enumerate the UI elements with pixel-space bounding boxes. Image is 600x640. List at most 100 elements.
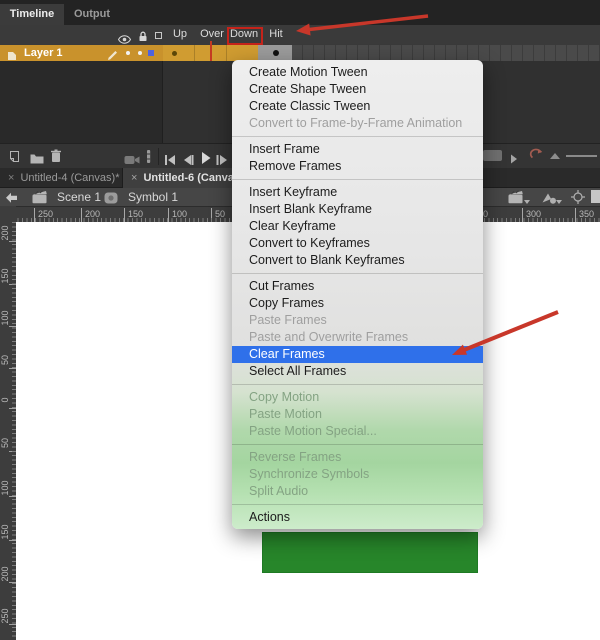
menu-item-split-audio: Split Audio (232, 483, 483, 500)
delete-layer-trash-icon[interactable] (50, 149, 62, 168)
menu-item-paste-frames: Paste Frames (232, 312, 483, 329)
menu-separator (232, 136, 483, 137)
menu-item-cut-frames[interactable]: Cut Frames (232, 278, 483, 295)
timeline-playhead[interactable] (210, 41, 212, 61)
doc-tab-label: Untitled-6 (Canva (143, 172, 233, 184)
new-folder-icon[interactable] (30, 151, 44, 169)
menu-item-convert-to-keyframes[interactable]: Convert to Keyframes (232, 235, 483, 252)
menu-separator (232, 179, 483, 180)
close-icon[interactable]: × (8, 172, 14, 184)
loop-playback-icon[interactable] (529, 148, 544, 167)
hit-keyframe-dot (273, 50, 279, 56)
zoom-percent-field[interactable] (591, 190, 600, 203)
v-ruler-tick (9, 540, 16, 541)
h-ruler-label: 200 (81, 208, 100, 222)
menu-item-convert-to-frame-by-frame-animation: Convert to Frame-by-Frame Animation (232, 115, 483, 132)
layer-row-header[interactable]: Layer 1 (0, 45, 163, 61)
stage-green-rectangle[interactable] (262, 532, 478, 573)
menu-item-insert-frame[interactable]: Insert Frame (232, 141, 483, 158)
menu-item-copy-motion: Copy Motion (232, 389, 483, 406)
timeline-layer-row: Layer 1 (0, 45, 600, 61)
flash-application-window: Timeline Output UpOverDownHit Layer 1 (0, 0, 600, 640)
v-ruler-label: 50 (0, 345, 12, 375)
tab-timeline[interactable]: Timeline (0, 4, 64, 25)
v-ruler-label: 100 (0, 473, 12, 503)
doc-tab-untitled-4[interactable]: × Untitled-4 (Canvas)* (0, 168, 123, 188)
h-ruler-label: 150 (124, 208, 143, 222)
menu-item-create-shape-tween[interactable]: Create Shape Tween (232, 81, 483, 98)
menu-separator (232, 273, 483, 274)
toolbar-divider (158, 148, 159, 165)
menu-item-copy-frames[interactable]: Copy Frames (232, 295, 483, 312)
vertical-ruler: 20015010050050100150200250 (0, 222, 16, 640)
menu-item-actions[interactable]: Actions (232, 509, 483, 526)
keyframe-dot[interactable] (172, 51, 177, 56)
chevron-down-icon (556, 200, 562, 204)
menu-item-paste-and-overwrite-frames: Paste and Overwrite Frames (232, 329, 483, 346)
symbol-breadcrumb[interactable]: Symbol 1 (128, 188, 178, 206)
v-ruler-label: 200 (0, 559, 12, 589)
h-ruler-label: 250 (34, 208, 53, 222)
frame-size-slider[interactable] (566, 155, 597, 157)
v-ruler-label: 50 (0, 428, 12, 458)
menu-separator (232, 384, 483, 385)
layer-lock-dot[interactable] (138, 51, 142, 55)
menu-item-synchronize-symbols: Synchronize Symbols (232, 466, 483, 483)
menu-item-clear-frames[interactable]: Clear Frames (232, 346, 483, 363)
menu-item-insert-keyframe[interactable]: Insert Keyframe (232, 184, 483, 201)
menu-item-convert-to-blank-keyframes[interactable]: Convert to Blank Keyframes (232, 252, 483, 269)
layer-name-label[interactable]: Layer 1 (24, 45, 63, 61)
v-ruler-label: 150 (0, 261, 12, 291)
menu-item-paste-motion-special: Paste Motion Special... (232, 423, 483, 440)
menu-item-create-classic-tween[interactable]: Create Classic Tween (232, 98, 483, 115)
chevron-down-icon (524, 200, 530, 204)
empty-frames-grid[interactable] (292, 45, 600, 61)
frame-label-up[interactable]: Up (164, 28, 196, 40)
outline-mode-icon[interactable] (155, 32, 162, 39)
menu-item-create-motion-tween[interactable]: Create Motion Tween (232, 64, 483, 81)
frame-label-hit[interactable]: Hit (260, 28, 292, 40)
menu-item-insert-blank-keyframe[interactable]: Insert Blank Keyframe (232, 201, 483, 218)
menu-separator (232, 504, 483, 505)
v-ruler-tick (9, 241, 16, 242)
panel-tabbar: Timeline Output (0, 0, 600, 25)
frame-label-over[interactable]: Over (196, 28, 228, 40)
tab-output[interactable]: Output (66, 4, 118, 25)
down-frame-highlight-box (227, 27, 263, 45)
close-icon[interactable]: × (131, 172, 137, 184)
v-ruler-tick (9, 582, 16, 583)
layer-visibility-dot[interactable] (126, 51, 130, 55)
menu-item-remove-frames[interactable]: Remove Frames (232, 158, 483, 175)
h-ruler-label: 350 (575, 208, 594, 222)
v-ruler-label: 0 (0, 385, 12, 415)
doc-tab-label: Untitled-4 (Canvas)* (20, 172, 119, 184)
menu-item-select-all-frames[interactable]: Select All Frames (232, 363, 483, 380)
layer-outline-color-swatch[interactable] (148, 50, 154, 56)
v-ruler-label: 100 (0, 303, 12, 333)
new-layer-icon[interactable] (8, 150, 21, 168)
timeline-header: UpOverDownHit (0, 25, 600, 45)
scroll-right-arrow-icon[interactable] (510, 151, 518, 169)
v-ruler-tick (9, 408, 16, 409)
scene-breadcrumb[interactable]: Scene 1 (57, 188, 101, 206)
v-ruler-label: 150 (0, 517, 12, 547)
timeline-scrollbar-thumb[interactable] (483, 150, 502, 161)
v-ruler-tick (9, 326, 16, 327)
v-ruler-tick (9, 624, 16, 625)
menu-item-reverse-frames: Reverse Frames (232, 449, 483, 466)
menu-item-paste-motion: Paste Motion (232, 406, 483, 423)
v-ruler-tick (9, 451, 16, 452)
hit-frame-cell[interactable] (258, 45, 292, 61)
menu-separator (232, 444, 483, 445)
play-icon[interactable] (201, 151, 211, 169)
h-ruler-label: 50 (211, 208, 225, 222)
frame-view-icon[interactable] (147, 150, 151, 168)
panel-resize-up-icon[interactable] (550, 153, 560, 159)
h-ruler-label: 300 (522, 208, 541, 222)
v-ruler-tick (9, 284, 16, 285)
v-ruler-label: 250 (0, 601, 12, 631)
v-ruler-label: 200 (0, 218, 12, 248)
layer-list-empty-area (0, 61, 163, 143)
menu-item-clear-keyframe[interactable]: Clear Keyframe (232, 218, 483, 235)
h-ruler-label: 100 (168, 208, 187, 222)
